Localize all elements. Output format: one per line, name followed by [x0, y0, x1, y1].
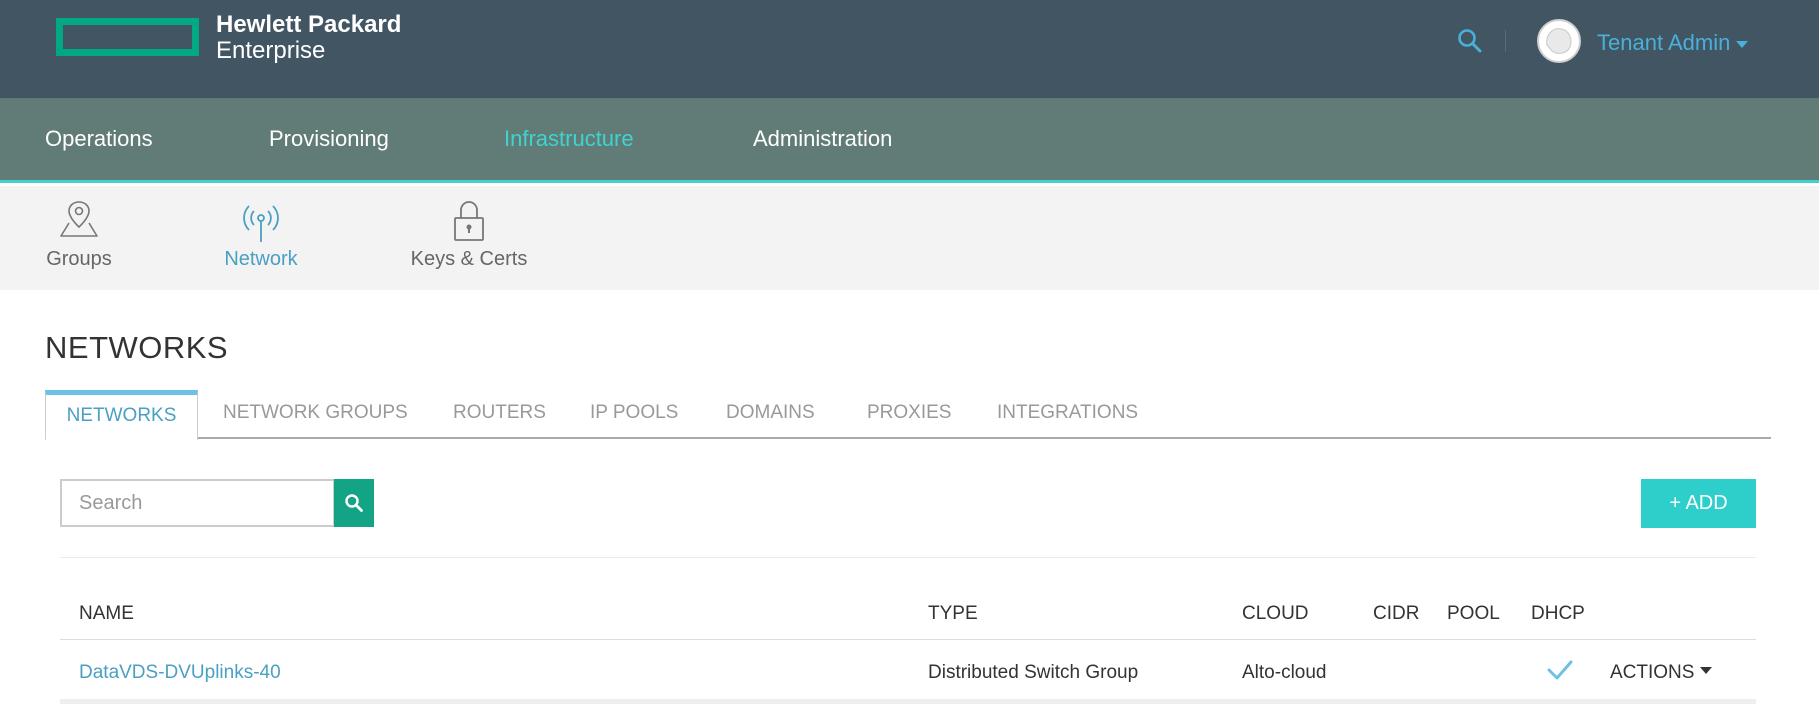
add-button[interactable]: + ADD: [1641, 479, 1756, 528]
checkmark-icon: [1547, 659, 1573, 686]
subnav-item-network[interactable]: Network: [216, 186, 306, 290]
nav-infrastructure[interactable]: Infrastructure: [504, 126, 634, 152]
subnav-item-groups[interactable]: Groups: [40, 186, 118, 290]
subnav-label-network: Network: [224, 248, 298, 270]
page-title: NETWORKS: [45, 330, 229, 365]
search-icon[interactable]: [1457, 28, 1483, 54]
nav-administration[interactable]: Administration: [753, 126, 892, 152]
column-header-pool: POOL: [1447, 603, 1500, 624]
network-cloud: Alto-cloud: [1242, 662, 1327, 683]
tab-ip-pools[interactable]: IP POOLS: [590, 390, 678, 439]
sub-nav: Groups Network Keys & Certs: [0, 186, 1819, 290]
brand-line-2: Enterprise: [216, 37, 326, 64]
tab-bar: NETWORKS NETWORK GROUPS ROUTERS IP POOLS…: [45, 390, 1771, 441]
actions-dropdown[interactable]: ACTIONS: [1610, 662, 1713, 684]
brand-line-1: Hewlett Packard: [216, 11, 402, 38]
antenna-icon: [243, 205, 279, 242]
caret-down-icon: [1700, 667, 1713, 675]
column-header-type: TYPE: [928, 603, 978, 624]
column-header-name: NAME: [79, 603, 134, 624]
nav-provisioning[interactable]: Provisioning: [269, 126, 389, 152]
tab-domains[interactable]: DOMAINS: [726, 390, 815, 439]
tab-networks[interactable]: NETWORKS: [45, 390, 198, 441]
toolbar-divider: [60, 557, 1756, 558]
hpe-logo-icon[interactable]: [56, 18, 199, 56]
subnav-item-keys-certs[interactable]: Keys & Certs: [405, 186, 533, 290]
avatar[interactable]: [1537, 19, 1581, 63]
tab-network-groups[interactable]: NETWORK GROUPS: [223, 390, 408, 439]
actions-label: ACTIONS: [1610, 662, 1695, 683]
top-header: Hewlett Packard Enterprise Tenant Admin: [0, 0, 1819, 98]
search-button[interactable]: [334, 479, 374, 527]
search-input[interactable]: [60, 479, 335, 527]
network-type: Distributed Switch Group: [928, 662, 1139, 683]
tab-routers[interactable]: ROUTERS: [453, 390, 546, 439]
search-icon: [345, 494, 363, 512]
column-header-dhcp: DHCP: [1531, 603, 1585, 624]
tab-proxies[interactable]: PROXIES: [867, 390, 951, 439]
network-name-link[interactable]: DataVDS-DVUplinks-40: [79, 662, 281, 684]
brand-name: Hewlett Packard Enterprise: [216, 12, 401, 64]
user-menu-label[interactable]: Tenant Admin: [1597, 30, 1730, 56]
column-header-cidr: CIDR: [1373, 603, 1420, 624]
table-row: [60, 640, 1756, 704]
chevron-down-icon[interactable]: [1736, 41, 1748, 48]
column-header-cloud: CLOUD: [1242, 603, 1309, 624]
header-divider: [1505, 30, 1506, 52]
lock-icon: [454, 201, 484, 241]
subnav-label-keys-certs: Keys & Certs: [410, 248, 528, 270]
tab-integrations[interactable]: INTEGRATIONS: [997, 390, 1138, 439]
subnav-label-groups: Groups: [46, 248, 112, 270]
nav-operations[interactable]: Operations: [45, 126, 153, 152]
map-pin-icon: [60, 201, 98, 237]
main-nav: Operations Provisioning Infrastructure A…: [0, 98, 1819, 183]
